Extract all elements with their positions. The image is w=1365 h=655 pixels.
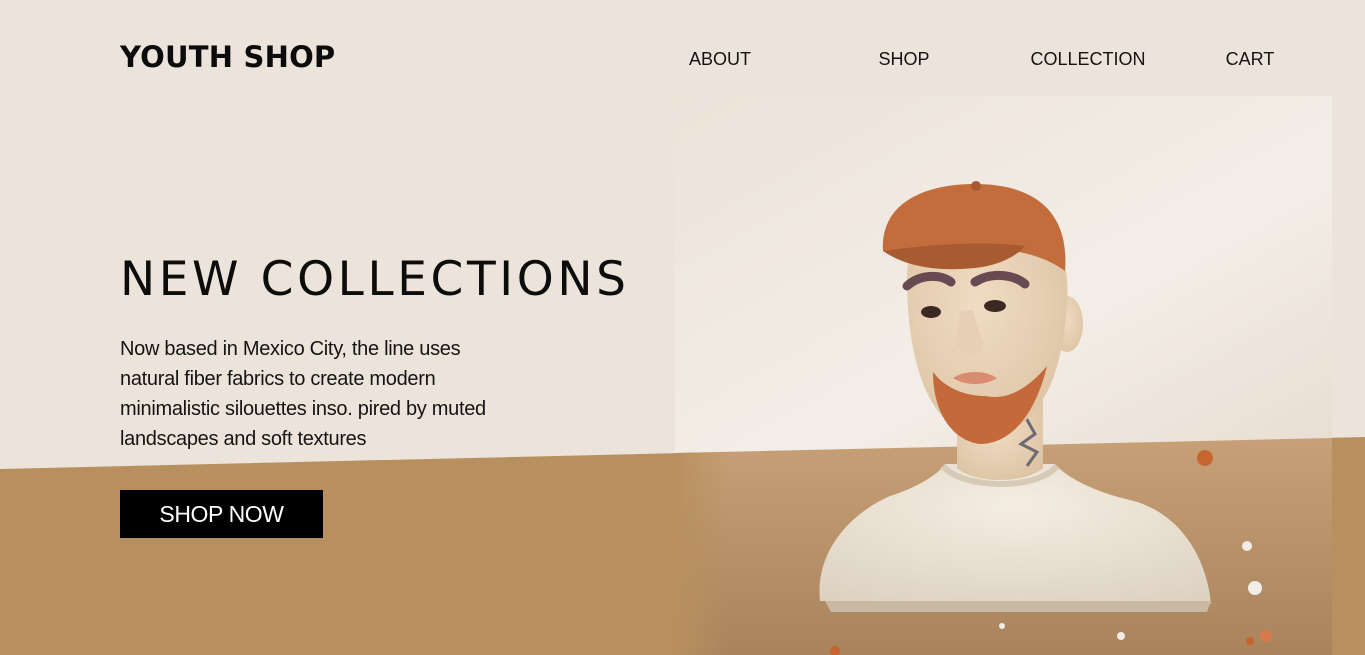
nav-link-shop[interactable]: SHOP <box>878 49 929 70</box>
nav-link-collection[interactable]: COLLECTION <box>1030 49 1145 70</box>
hero-title: NEW COLLECTIONS <box>120 252 630 307</box>
brand-logo[interactable]: YOUTH SHOP <box>120 40 335 74</box>
nav-link-cart[interactable]: CART <box>1226 49 1275 70</box>
site-header: YOUTH SHOP ABOUT SHOP COLLECTION CART <box>0 0 1365 120</box>
shop-now-button[interactable]: SHOP NOW <box>120 490 323 538</box>
nav-link-about[interactable]: ABOUT <box>689 49 751 70</box>
hero-description: Now based in Mexico City, the line uses … <box>120 338 486 450</box>
hero-image <box>675 96 1332 655</box>
